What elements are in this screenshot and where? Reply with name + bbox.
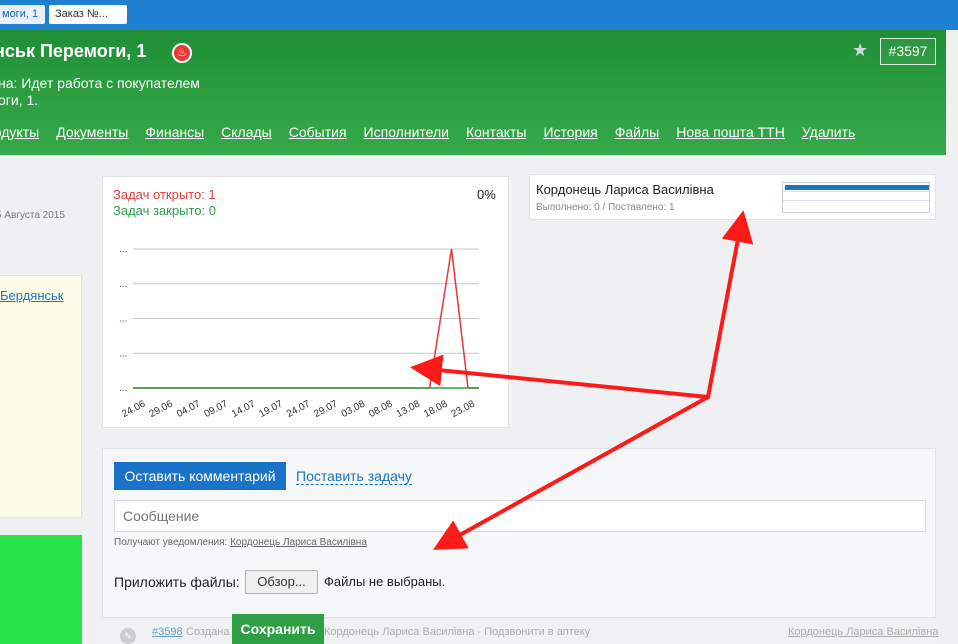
order-header: нськ Перемоги, 1 ♨ ★ #3597 на: Идет рабо… [0,30,946,155]
chart-x-tick-label: 19.07 [257,398,285,420]
page-title: нськ Перемоги, 1 [0,41,147,61]
leave-comment-button[interactable]: Оставить комментарий [114,462,286,490]
assignee-progress-text: Выполнено: 0 / Поставлено: 1 [536,202,675,213]
nav-contacts[interactable]: Контакты [466,124,526,140]
chart-y-tick-label: ... [119,383,127,394]
message-input[interactable] [114,500,926,532]
chart-x-tick-label: 29.07 [312,398,340,420]
comment-panel: Оставить комментарий Поставить задачу По… [102,448,936,618]
tasks-percent: 0% [477,187,496,202]
chart-x-tick-label: 18.08 [422,398,450,420]
info-box [0,275,82,518]
history-text: Кордонець Лариса Василівна - Подзвонити … [324,626,591,638]
chart-y-tick-label: ... [119,348,127,359]
nav-warehouses[interactable]: Склады [221,124,272,140]
chart-x-tick-label: 24.06 [120,398,148,420]
chart-x-tick-label: 23.08 [450,398,478,420]
chart-x-tick-label: 24.07 [285,398,313,420]
nav-files[interactable]: Файлы [615,124,659,140]
chart-x-tick-label: 08.08 [367,398,395,420]
tab-bar: моги, 1 Заказ №... [0,0,958,30]
history-row: ✎ #3598 Создана Кордонець Лариса Василів… [102,618,938,644]
fire-icon: ♨ [172,43,192,63]
nav-nova-poshta[interactable]: Нова пошта ТТН [676,124,785,140]
notify-recipients: Получают уведомления: Кордонець Лариса В… [114,537,367,548]
nav-events[interactable]: События [289,124,347,140]
chart-y-tick-label: ... [119,279,127,290]
chart-x-tick-label: 14.07 [230,398,258,420]
city-link[interactable]: Бердянськ [0,288,63,303]
nav-executors[interactable]: Исполнители [364,124,449,140]
nav-history[interactable]: История [543,124,597,140]
history-created: Создана [186,626,230,638]
nav-documents[interactable]: Документы [56,124,128,140]
chart-x-tick-label: 04.07 [175,398,203,420]
chart-y-tick-label: ... [119,314,127,325]
browse-files-button[interactable]: Обзор... [245,570,318,594]
nav-delete[interactable]: Удалить [802,124,855,140]
order-nav: родукты Документы Финансы Склады События Испо… [0,124,872,140]
tasks-chart-panel: ............... 24.06 29.06 04.07 09.07 14.07… [102,176,509,428]
star-icon[interactable]: ★ [852,40,868,61]
assignee-progress-bar [782,182,930,213]
assignee-card: Кордонець Лариса Василівна Выполнено: 0 … [529,174,936,220]
tab-current-order[interactable]: моги, 1 [0,5,45,24]
notify-prefix: Получают уведомления: [114,537,228,548]
order-address: оги, 1. [0,92,39,108]
chart-x-tick-label: 03.08 [340,398,368,420]
tasks-open-label: Задач открыто: 1 [113,187,216,202]
pencil-icon: ✎ [120,628,136,644]
tasks-closed-label: Задач закрыто: 0 [113,203,216,218]
chart-x-tick-label: 13.08 [395,398,423,420]
nav-products[interactable]: родукты [0,124,39,140]
order-number-badge: #3597 [880,38,936,65]
status-box [0,535,82,644]
chart-x-tick-label: 29.06 [148,398,176,420]
assignee-progress-fill [785,185,929,190]
arrow-to-assignee [706,210,754,399]
history-user[interactable]: Кордонець Лариса Василівна [788,626,938,638]
attach-files-label: Приложить файлы: [114,574,240,590]
order-status: на: Идет работа с покупателем [0,75,200,91]
chart-x-tick-label: 09.07 [202,398,230,420]
set-task-link[interactable]: Поставить задачу [296,468,412,485]
history-task-link[interactable]: #3598 [152,626,183,638]
tab-order[interactable]: Заказ №... [49,5,127,24]
assignee-name: Кордонець Лариса Василівна [536,182,714,197]
order-date: 5 Августа 2015 [0,210,65,221]
notify-user-link[interactable]: Кордонець Лариса Василівна [230,537,367,548]
save-button[interactable]: Сохранить [232,614,324,644]
chart-y-tick-label: ... [119,244,127,255]
nav-finances[interactable]: Финансы [145,124,204,140]
no-files-text: Файлы не выбраны. [324,574,446,589]
